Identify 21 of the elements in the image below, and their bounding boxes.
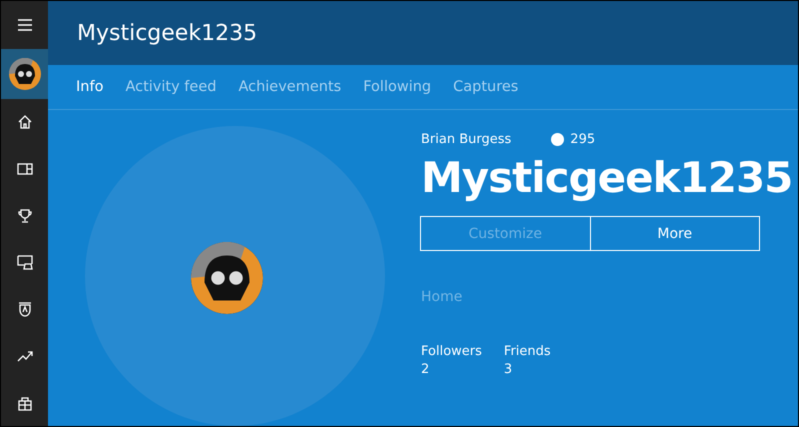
stat-label: Followers — [421, 343, 482, 361]
real-name: Brian Burgess — [421, 132, 512, 147]
location: Home — [421, 289, 464, 305]
tab[interactable]: Activity feed — [125, 79, 216, 96]
gamertag: Mysticgeek1235 — [421, 153, 794, 202]
tab[interactable]: Achievements — [238, 79, 342, 96]
trophy-icon — [16, 206, 34, 224]
stat-label: Friends — [504, 343, 551, 361]
tab[interactable]: Captures — [453, 79, 518, 96]
menu-icon — [18, 18, 32, 31]
tab[interactable]: Info — [76, 79, 104, 96]
controller-icon — [16, 253, 34, 272]
profile-button[interactable]: More — [590, 216, 760, 251]
page-title: Mysticgeek1235 — [77, 20, 258, 46]
profile-button[interactable] — [1, 48, 48, 99]
stat-value: 3 — [504, 361, 514, 379]
gamerscore: 295 — [570, 132, 596, 147]
gamerscore-icon — [551, 133, 564, 146]
stat-value: 2 — [421, 361, 430, 379]
skull-avatar-icon — [8, 58, 40, 90]
tab[interactable]: Following — [363, 79, 432, 96]
